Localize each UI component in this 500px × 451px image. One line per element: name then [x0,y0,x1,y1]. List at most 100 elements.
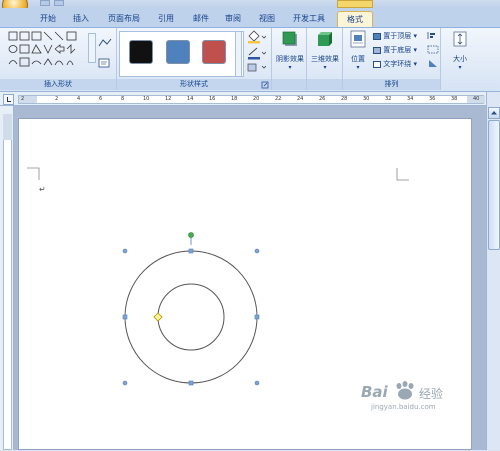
shapes-gallery[interactable] [7,31,85,69]
scroll-thumb[interactable] [488,120,500,250]
ruler-number: 20 [253,96,260,102]
resize-handle-right[interactable] [254,314,260,320]
bring-to-front-button[interactable]: 置于顶层 ▾ [373,31,417,41]
quick-access-save-icon[interactable] [40,0,50,6]
group-shadow-effects: 阴影效果 ▾ [272,28,307,90]
style-swatch-black[interactable] [129,40,153,64]
donut-shape[interactable] [117,229,263,387]
send-to-back-icon [373,46,381,54]
ruler-number: 34 [407,96,414,102]
position-icon [350,30,366,48]
text-wrapping-button[interactable]: 文字环绕 ▾ [373,59,417,69]
group-label-3d [307,79,342,90]
ruler-number: 14 [187,96,194,102]
rotate-icon[interactable] [427,59,439,68]
tab-page-layout[interactable]: 页面布局 [104,11,144,27]
tab-review[interactable]: 审阅 [218,11,248,27]
group-insert-shapes: 插入形状 [0,28,117,90]
style-swatch-red[interactable] [202,40,226,64]
resize-handle-top[interactable] [188,248,194,254]
bring-to-front-icon [373,32,381,40]
resize-handle-top-left[interactable] [122,248,128,254]
position-button[interactable]: 位置 ▾ [346,30,370,78]
size-icon [453,31,467,47]
ruler-number: 32 [385,96,392,102]
change-shape-icon[interactable] [246,62,266,74]
group-label-arrange: 排列 [343,79,440,90]
3d-effects-button[interactable]: 三维效果 ▾ [309,30,341,78]
horizontal-ruler[interactable]: 224681012141618202224262830323436384042 [18,95,500,104]
shape-outline-icon[interactable] [246,46,266,60]
shadow-effects-icon [282,31,297,46]
tab-selector-icon[interactable] [3,94,14,105]
ruler-number: 2 [21,96,25,102]
style-swatch-blue[interactable] [166,40,190,64]
adjust-handle[interactable] [153,312,163,322]
watermark-cn: 经验 [419,387,444,401]
vertical-ruler-scale [3,114,12,450]
ruler-number: 28 [341,96,348,102]
text-wrapping-label: 文字环绕 [383,60,412,68]
tab-format[interactable]: 格式 [337,11,373,27]
donut-outer-circle [124,250,258,384]
ruler-number: 4 [77,96,81,102]
tab-view[interactable]: 视图 [252,11,282,27]
resize-handle-left[interactable] [122,314,128,320]
group-label-shape-styles: 形状样式 [117,79,271,90]
paragraph-mark: ↵ [39,185,46,194]
ruler-number: 8 [121,96,125,102]
vertical-scrollbar[interactable] [486,92,500,450]
resize-handle-bottom-right[interactable] [254,380,260,386]
styles-gallery-scroll[interactable] [235,31,242,77]
group-size: 大小 ▾ [441,28,479,90]
ruler-number: 38 [451,96,458,102]
tab-insert[interactable]: 插入 [66,11,96,27]
group-3d-effects: 三维效果 ▾ [307,28,343,90]
position-label: 位置 [351,55,365,63]
document-canvas: ↵ Bai 经验 jingyan.baidu.com [14,106,486,450]
title-bar [0,0,500,8]
group-label-insert-shapes: 插入形状 [0,79,116,90]
document-page[interactable]: ↵ Bai 经验 jingyan.baidu.com [18,118,472,450]
tab-references[interactable]: 引用 [151,11,181,27]
align-icon[interactable] [427,31,439,40]
ruler-number: 10 [143,96,150,102]
quick-access-undo-icon[interactable] [54,0,64,6]
tab-home[interactable]: 开始 [33,11,63,27]
chevron-up-icon [491,111,497,115]
resize-handle-bottom[interactable] [188,380,194,386]
ruler-number: 18 [231,96,238,102]
shadow-effects-button[interactable]: 阴影效果 ▾ [274,30,306,78]
tab-mailings[interactable]: 邮件 [186,11,216,27]
watermark-brand: Bai [361,383,388,401]
shadow-effects-label: 阴影效果 [276,55,304,63]
send-to-back-button[interactable]: 置于底层 ▾ [373,45,417,55]
text-box-icon[interactable] [98,58,110,68]
tab-developer[interactable]: 开发工具 [288,11,330,27]
bring-to-front-label: 置于顶层 [383,32,412,40]
resize-handle-bottom-left[interactable] [122,380,128,386]
size-button[interactable]: 大小 ▾ [446,30,474,78]
edit-shape-icon[interactable] [98,38,112,48]
3d-effects-icon [318,32,332,46]
shapes-gallery-scroll[interactable] [88,33,96,63]
ruler-number: 36 [429,96,436,102]
crop-mark-top-right [396,168,409,181]
rotation-handle[interactable] [188,232,194,238]
group-objects-icon[interactable] [427,45,439,54]
ruler-number: 26 [319,96,326,102]
ruler-number: 40 [473,96,480,102]
ribbon-tabs: 开始 插入 页面布局 引用 邮件 审阅 视图 开发工具 格式 [0,8,500,28]
vertical-ruler[interactable] [0,106,14,450]
ruler-number: 24 [297,96,304,102]
send-to-back-label: 置于底层 [383,46,412,54]
ribbon: 插入形状 形状样式 阴影效果 ▾ 三维效果 ▾ 位置 ▾ 置于顶层 ▾ 置于底层… [0,28,500,92]
shape-fill-icon[interactable] [246,30,266,44]
ruler-number: 30 [363,96,370,102]
group-arrange: 位置 ▾ 置于顶层 ▾ 置于底层 ▾ 文字环绕 ▾ 排列 [343,28,441,90]
dialog-launcher-icon[interactable] [261,81,269,89]
resize-handle-top-right[interactable] [254,248,260,254]
scroll-up-button[interactable] [488,107,500,119]
3d-effects-label: 三维效果 [311,55,339,63]
vertical-ruler-top-margin [3,114,12,140]
